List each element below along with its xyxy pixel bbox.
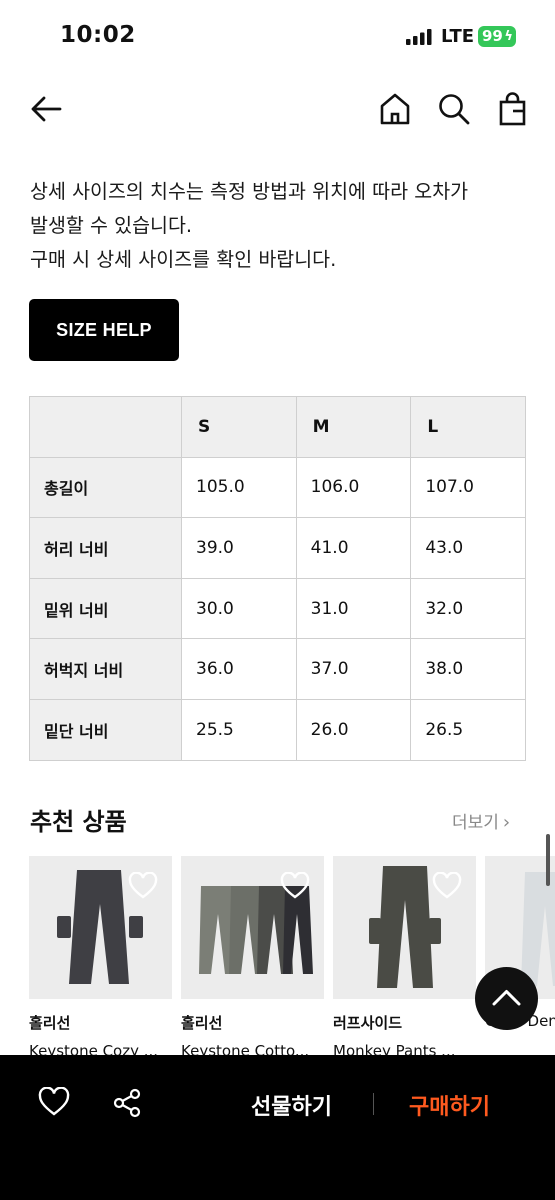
status-bar: 10:02 LTE 99 ϟ <box>0 0 555 70</box>
charging-icon: ϟ <box>504 29 513 44</box>
size-help-button[interactable]: SIZE HELP <box>29 299 179 361</box>
home-icon[interactable] <box>378 91 412 127</box>
product-name: Monkey Pants ... <box>333 1042 456 1056</box>
row-label: 허벅지 너비 <box>29 638 182 700</box>
column-header: M <box>295 396 412 458</box>
product-name: Keystone Cozy ... <box>29 1042 159 1056</box>
table-cell: 43.0 <box>410 517 526 579</box>
scroll-to-top-button[interactable] <box>475 967 538 1030</box>
table-row: 총길이 105.0 106.0 107.0 <box>29 456 526 519</box>
network-type: LTE <box>441 26 475 47</box>
table-cell: 30.0 <box>181 577 297 640</box>
table-row: 밑단 너비 25.5 26.0 26.5 <box>29 698 526 761</box>
battery-level: 99 <box>482 27 503 45</box>
section-title: 추천 상품 <box>30 808 127 836</box>
bottom-action-bar: 선물하기 구매하기 <box>0 1055 555 1200</box>
table-row: 허벅지 너비 36.0 37.0 38.0 <box>29 638 526 700</box>
search-icon[interactable] <box>437 91 471 127</box>
product-brand: 홀리선 <box>181 1014 223 1032</box>
table-cell: 38.0 <box>410 638 526 700</box>
battery-indicator: 99 ϟ <box>478 26 516 47</box>
divider <box>373 1093 374 1115</box>
notice-line: 상세 사이즈의 치수는 측정 방법과 위치에 따라 오차가 <box>30 180 469 203</box>
notice-line: 구매 시 상세 사이즈를 확인 바랍니다. <box>30 248 337 271</box>
status-time: 10:02 <box>60 22 136 48</box>
column-header: L <box>410 396 526 458</box>
table-cell: 32.0 <box>410 577 526 640</box>
top-nav <box>0 85 555 135</box>
chevron-up-icon <box>492 990 521 1006</box>
product-card[interactable]: 홀리선 Keystone Cozy ... <box>29 856 172 1056</box>
scrollbar[interactable] <box>546 834 550 886</box>
table-cell: 25.5 <box>181 698 297 761</box>
wishlist-heart-icon[interactable] <box>128 872 158 900</box>
signal-icon <box>406 29 432 45</box>
like-heart-icon[interactable] <box>38 1087 70 1117</box>
see-more-link[interactable]: 더보기 › <box>452 808 510 833</box>
table-cell: 39.0 <box>181 517 297 579</box>
table-corner-cell <box>29 396 182 458</box>
shopping-bag-icon[interactable] <box>496 91 530 127</box>
row-label: 밑위 너비 <box>29 577 182 640</box>
product-brand: 홀리선 <box>29 1014 71 1032</box>
table-cell: 41.0 <box>295 517 412 579</box>
table-cell: 26.0 <box>295 698 412 761</box>
notice-line: 발생할 수 있습니다. <box>30 214 193 237</box>
product-brand: 러프사이드 <box>333 1014 403 1032</box>
buy-button[interactable]: 구매하기 <box>409 1089 490 1121</box>
product-image[interactable] <box>333 856 476 999</box>
chevron-right-icon: › <box>502 812 511 833</box>
product-name: Keystone Cotto... <box>181 1042 310 1056</box>
table-cell: 36.0 <box>181 638 297 700</box>
share-icon[interactable] <box>112 1088 142 1118</box>
size-table: S M L 총길이 105.0 106.0 107.0 허리 너비 39.0 4… <box>29 396 526 761</box>
product-card[interactable]: 러프사이드 Monkey Pants ... <box>333 856 476 1056</box>
table-cell: 37.0 <box>295 638 412 700</box>
table-row: 밑위 너비 30.0 31.0 32.0 <box>29 577 526 640</box>
size-notice: 상세 사이즈의 치수는 측정 방법과 위치에 따라 오차가 발생할 수 있습니다… <box>30 175 530 277</box>
back-arrow-icon[interactable] <box>28 91 64 127</box>
product-image[interactable] <box>29 856 172 999</box>
row-label: 허리 너비 <box>29 517 182 579</box>
product-card[interactable]: 홀리선 Keystone Cotto... <box>181 856 324 1056</box>
table-row: 허리 너비 39.0 41.0 43.0 <box>29 517 526 579</box>
table-cell: 26.5 <box>410 698 526 761</box>
wishlist-heart-icon[interactable] <box>432 872 462 900</box>
table-cell: 106.0 <box>295 456 412 519</box>
column-header: S <box>181 396 297 458</box>
table-header-row: S M L <box>29 396 526 458</box>
wishlist-heart-icon[interactable] <box>280 872 310 900</box>
row-label: 밑단 너비 <box>29 698 182 761</box>
see-more-label: 더보기 <box>452 813 499 833</box>
table-cell: 105.0 <box>181 456 297 519</box>
product-image[interactable] <box>181 856 324 999</box>
gift-button[interactable]: 선물하기 <box>251 1089 332 1121</box>
table-cell: 107.0 <box>410 456 526 519</box>
table-cell: 31.0 <box>295 577 412 640</box>
row-label: 총길이 <box>29 456 182 519</box>
